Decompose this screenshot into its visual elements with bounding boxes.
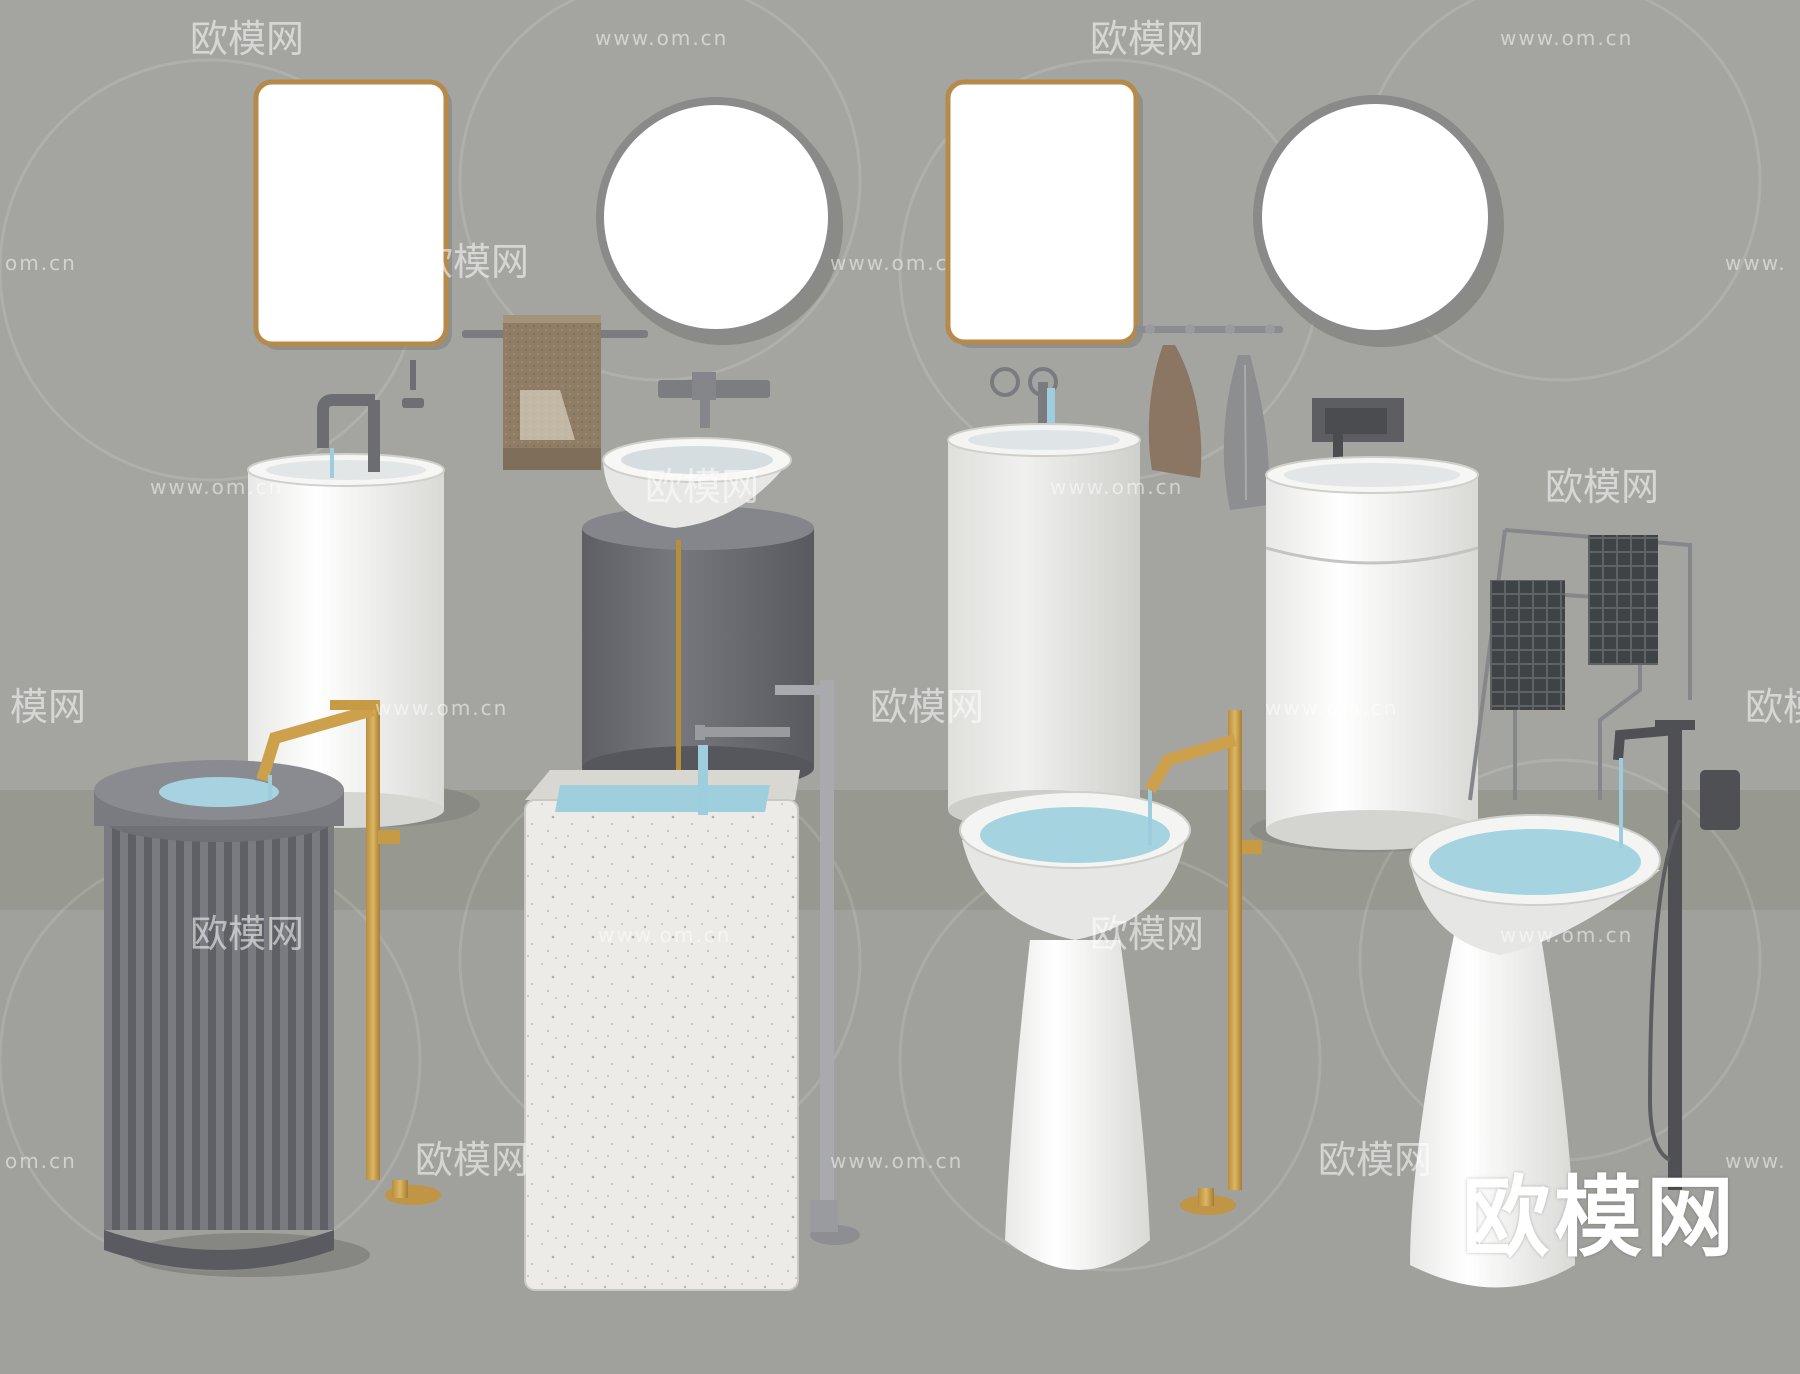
wm-url-11: www.om.cn xyxy=(1500,923,1633,947)
wm-url-13: www.om.cn xyxy=(830,1149,963,1173)
wm-url-4: www.om.cn xyxy=(830,251,963,275)
wm-brand-7: 模网 xyxy=(10,685,86,729)
wm-brand-1: 欧模网 xyxy=(190,17,304,61)
wm-url-12: om.cn xyxy=(5,1149,77,1173)
wm-brand-12: 欧模网 xyxy=(415,1138,529,1182)
wm-url-2: www.om.cn xyxy=(1500,26,1633,50)
wm-brand-2: 欧模网 xyxy=(1090,17,1204,61)
scene: 欧模网 www.om.cn 欧模网 www.om.cn om.cn 欧模网 ww… xyxy=(0,0,1800,1374)
wm-url-7: www.om.cn xyxy=(1050,475,1183,499)
wm-brand-3: 欧模网 xyxy=(415,240,529,284)
wm-brand-10: 欧模网 xyxy=(190,912,304,956)
wm-brand-9: 欧模网 xyxy=(1745,685,1800,729)
rect-mirror-gold-left xyxy=(253,79,452,350)
wm-brand-4: 欧模网 xyxy=(1318,240,1432,284)
wm-brand-5: 欧模网 xyxy=(645,465,759,509)
wm-brand-11: 欧模网 xyxy=(1090,912,1204,956)
basin-white-cylinder-back-right xyxy=(1250,456,1490,852)
basin-fluted-dark-cylinder xyxy=(94,760,370,1277)
wm-url-5: www. xyxy=(1725,251,1787,275)
wm-url-6: www.om.cn xyxy=(150,475,283,499)
wm-brand-6: 欧模网 xyxy=(1545,465,1659,509)
wm-url-8: www.om.cn xyxy=(375,696,508,720)
wm-url-10: www.om.cn xyxy=(598,923,731,947)
wm-url-3: om.cn xyxy=(5,251,77,275)
wm-brand-8: 欧模网 xyxy=(870,685,984,729)
brand-logo: 欧模网 xyxy=(1461,1166,1738,1269)
wm-url-9: www.om.cn xyxy=(1265,696,1398,720)
rect-mirror-gold-right xyxy=(945,79,1143,348)
wm-brand-13: 欧模网 xyxy=(1318,1138,1432,1182)
basin-terrazzo-rectangular xyxy=(524,725,800,1291)
wm-url-1: www.om.cn xyxy=(595,26,728,50)
